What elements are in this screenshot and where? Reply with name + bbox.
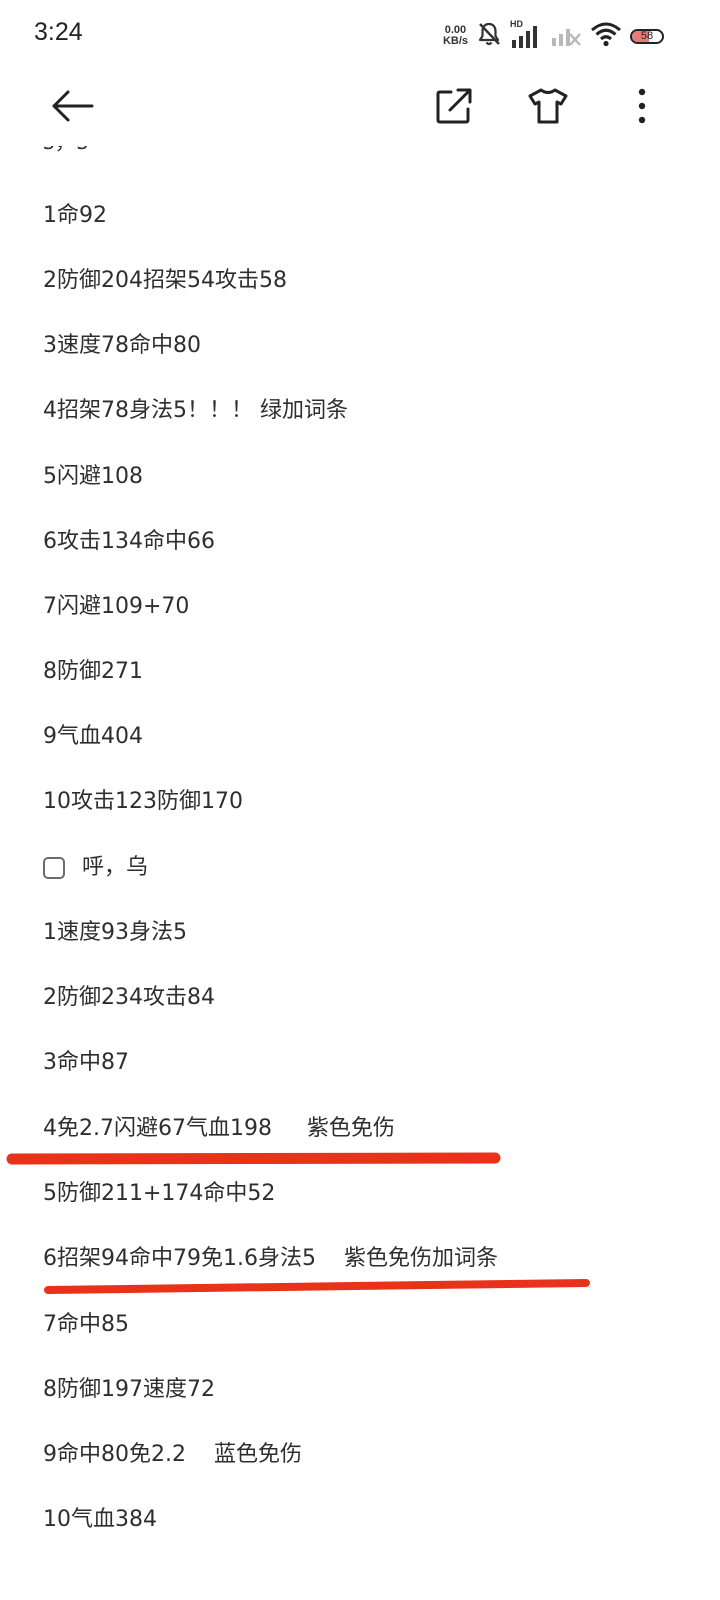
share-button[interactable] [430,84,478,132]
note-line: 2防御204招架54攻击58 [43,268,287,293]
note-line: 9命中80免2.2 蓝色免伤 [43,1442,302,1467]
note-line: 7命中85 [43,1312,129,1337]
note-line: 8防御197速度72 [43,1377,215,1402]
network-speed: 0.00 KB/s [443,25,468,47]
note-line: 1速度93身法5 [43,920,187,945]
more-button[interactable] [618,84,666,132]
note-line: 8防御271 [43,659,143,684]
back-arrow-icon [50,84,94,132]
note-line: 3命中87 [43,1050,129,1075]
theme-button[interactable] [524,84,572,132]
note-line: 1命92 [43,203,107,228]
battery-icon: 58 [630,28,664,44]
battery: 58 [630,28,664,44]
signal-hd-icon: HD [510,19,542,50]
battery-level: 58 [640,30,654,42]
theme-shirt-icon [527,86,569,130]
share-icon [434,86,474,130]
checkbox[interactable] [43,857,65,879]
note-line-underlined: 4免2.7闪避67气血198 紫色免伤 [43,1116,395,1141]
note-line: 6攻击134命中66 [43,529,215,554]
more-vertical-icon [636,86,648,130]
mute-bell-icon [476,21,502,51]
note-line: 5闪避108 [43,464,143,489]
note-content[interactable]: s，s 1命92 2防御204招架54攻击58 3速度78命中80 4招架78身… [0,146,720,1600]
red-underline-mark [44,1279,590,1294]
checklist-item: 呼，乌 [43,853,148,883]
note-line: 5防御211+174命中52 [43,1181,276,1206]
back-button[interactable] [48,84,96,132]
note-line: 4招架78身法5！！！ 绿加词条 [43,398,348,423]
partial-top-line: s，s [43,146,88,158]
status-bar: 3:24 0.00 KB/s HD 58 [0,0,720,70]
note-line: 9气血404 [43,724,143,749]
note-line: 10攻击123防御170 [43,789,243,814]
signal-no-service-icon [550,20,582,52]
note-line: 2防御234攻击84 [43,985,215,1010]
red-underline-mark [6,1152,501,1165]
note-line: 7闪避109+70 [43,594,190,619]
checklist-item-label: 呼，乌 [82,855,149,880]
status-time: 3:24 [34,18,83,46]
note-line-underlined: 6招架94命中79免1.6身法5 紫色免伤加词条 [43,1246,498,1271]
note-line: 3速度78命中80 [43,333,201,358]
note-line: 10气血384 [43,1507,157,1532]
toolbar [0,70,720,146]
status-icons: 0.00 KB/s HD 58 [443,19,664,52]
wifi-icon [590,20,622,52]
network-speed-unit: KB/s [442,35,468,47]
